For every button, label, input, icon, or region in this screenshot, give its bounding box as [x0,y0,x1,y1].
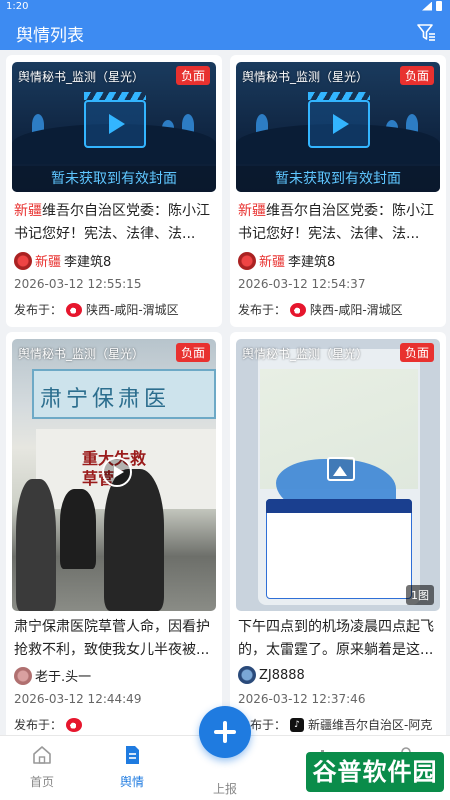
sentiment-card[interactable]: 舆情秘书_监测（星光） 负面 1图 下午四点到的机场凌晨四点起飞的，太雷霆了。原… [230,332,446,735]
title-text: 维吾尔自治区党委：陈小江书记您好！宪法、法律、法... [238,203,434,242]
person-figure [60,489,96,569]
card-cover: 舆情秘书_监测（星光） 负面 1图 [236,339,440,611]
play-icon [109,114,125,134]
filter-icon[interactable] [416,22,436,42]
avatar [238,251,256,270]
battery-icon [436,1,442,11]
tab-sentiment-label: 舆情 [119,775,144,789]
home-icon [33,746,51,764]
clapper-icon [308,92,370,100]
title-highlight: 新疆 [238,203,266,219]
sentiment-card[interactable]: 舆情秘书_监测（星光） 负面 暂未获取到有效封面 新疆维吾尔自治区党委：陈小江书… [6,55,222,327]
tab-sentiment[interactable]: 舆情 [92,744,172,790]
source-label: 舆情秘书_监测（星光） [242,347,369,361]
card-cover: 舆情秘书_监测（星光） 负面 暂未获取到有效封面 [236,62,440,192]
card-time: 2026-03-12 12:54:37 [238,277,366,291]
location-text: 新疆维吾尔自治区-阿克 [308,718,433,732]
banner-text: 肃宁保肃医 [40,387,171,412]
person-figure [16,479,56,611]
weibo-icon [66,717,83,732]
page-title: 舆情列表 [16,26,84,46]
sentiment-feed[interactable]: 舆情秘书_监测（星光） 负面 暂未获取到有效封面 新疆维吾尔自治区党委：陈小江书… [0,50,450,735]
card-time: 2026-03-12 12:44:49 [14,692,142,706]
clapper-icon [84,92,146,100]
publish-label: 发布于： [14,718,63,732]
no-cover-text: 暂未获取到有效封面 [236,166,440,192]
play-icon [333,114,349,134]
location-text: 陕西-咸阳-渭城区 [86,303,179,317]
signal-icon [422,1,432,11]
author-name: 老于.头一 [35,670,92,685]
publish-label: 发布于： [14,303,63,317]
card-title[interactable]: 肃宁保肃医院草菅人命，因看护抢救不利，致使我女儿半夜被... [14,616,216,662]
system-icons [422,1,442,11]
card-time: 2026-03-12 12:55:15 [14,277,142,291]
card-author[interactable]: 新疆 李建筑8 [238,251,335,270]
title-highlight: 新疆 [14,203,42,219]
card-author[interactable]: 新疆 李建筑8 [14,251,111,270]
author-name: 李建筑8 [288,255,336,270]
status-time: 1:20 [6,1,29,12]
negative-badge: 负面 [399,343,434,362]
card-cover: 舆情秘书_监测（星光） 负面 肃宁保肃医 重大失救 草菅人命 [12,339,216,611]
weibo-icon [66,302,83,317]
card-publish: 发布于： ♪ 新疆维吾尔自治区-阿克 [238,716,432,733]
source-label: 舆情秘书_监测（星光） [242,70,369,84]
location-text: 陕西-咸阳-渭城区 [310,303,403,317]
watermark-logo: 谷普软件园 [306,752,444,792]
card-author[interactable]: ZJ8888 [238,666,305,684]
card-title[interactable]: 下午四点到的机场凌晨四点起飞的，太雷霆了。原来躺着是这... [238,616,440,662]
play-icon[interactable] [102,457,132,487]
source-label: 舆情秘书_监测（星光） [18,347,145,361]
sentiment-card[interactable]: 舆情秘书_监测（星光） 负面 暂未获取到有效封面 新疆维吾尔自治区党委：陈小江书… [230,55,446,327]
document-icon [126,746,139,764]
title-text: 维吾尔自治区党委：陈小江书记您好！宪法、法律、法... [14,203,210,242]
card-publish: 发布于： 陕西-咸阳-渭城区 [238,301,403,318]
card-time: 2026-03-12 12:37:46 [238,692,366,706]
negative-badge: 负面 [175,66,210,85]
author-highlight: 新疆 [259,255,286,270]
tab-home-label: 首页 [29,775,54,789]
card-title[interactable]: 新疆维吾尔自治区党委：陈小江书记您好！宪法、法律、法... [238,200,440,246]
publish-label: 发布于： [238,303,287,317]
image-count: 1图 [406,585,434,605]
no-cover-text: 暂未获取到有效封面 [12,166,216,192]
flight-panel-header [266,499,412,513]
add-report-button[interactable] [199,706,251,758]
author-highlight: 新疆 [35,255,62,270]
negative-badge: 负面 [399,66,434,85]
card-publish: 发布于： [14,716,83,733]
image-icon[interactable] [327,457,355,481]
flight-panel [266,499,412,599]
author-name: ZJ8888 [259,667,305,683]
person-figure [104,469,164,611]
weibo-icon [290,302,307,317]
card-title[interactable]: 新疆维吾尔自治区党委：陈小江书记您好！宪法、法律、法... [14,200,216,246]
source-label: 舆情秘书_监测（星光） [18,70,145,84]
card-author[interactable]: 老于.头一 [14,666,91,685]
negative-badge: 负面 [175,343,210,362]
status-bar: 1:20 [0,0,450,14]
author-name: 李建筑8 [64,255,112,270]
card-publish: 发布于： 陕西-咸阳-渭城区 [14,301,179,318]
avatar [238,666,256,684]
report-label: 上报 [212,782,237,796]
douyin-icon: ♪ [290,717,305,732]
tab-home[interactable]: 首页 [2,744,82,790]
sentiment-card[interactable]: 舆情秘书_监测（星光） 负面 肃宁保肃医 重大失救 草菅人命 肃宁保肃医院草菅人… [6,332,222,735]
app-bar: 舆情列表 [0,14,450,50]
card-cover: 舆情秘书_监测（星光） 负面 暂未获取到有效封面 [12,62,216,192]
avatar [14,666,32,685]
avatar [14,251,32,270]
